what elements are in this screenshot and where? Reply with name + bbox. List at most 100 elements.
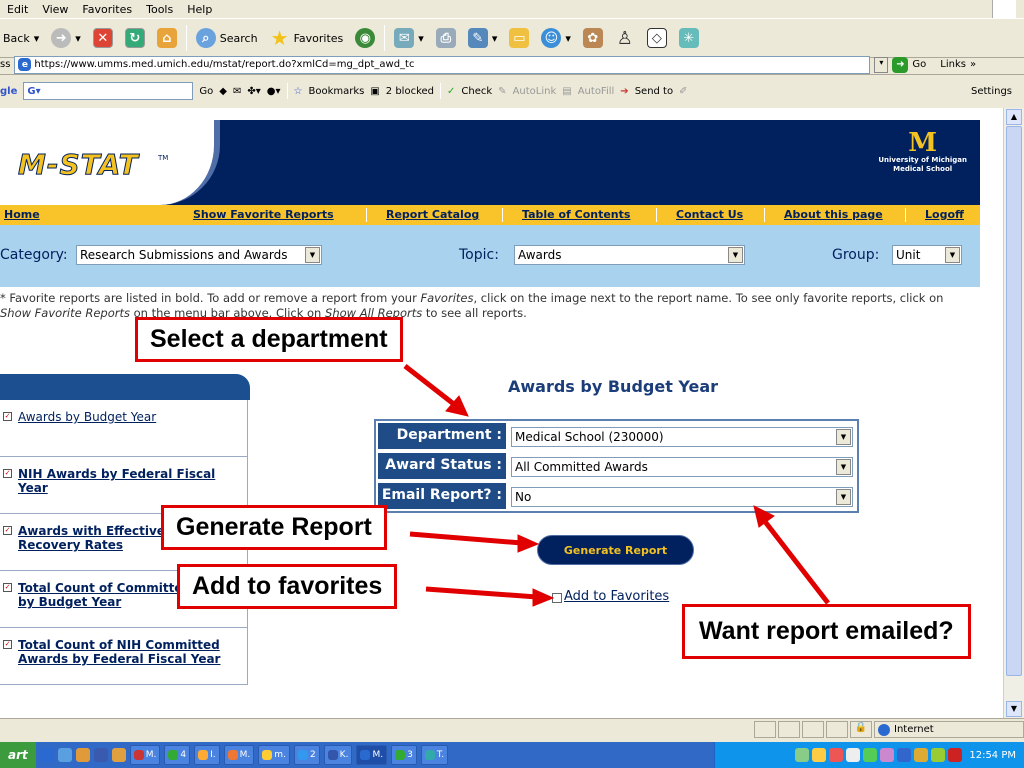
task-button[interactable]: 4 — [164, 745, 191, 765]
menu-view[interactable]: View — [42, 3, 68, 16]
email-report-select[interactable]: No ▼ — [511, 487, 853, 507]
firefox-quicklaunch-icon[interactable] — [75, 748, 90, 762]
edit-button[interactable]: ✎ ▾ — [465, 23, 501, 53]
task-button[interactable]: 2 — [293, 745, 320, 765]
group-select[interactable]: Unit ▼ — [892, 245, 962, 265]
tray-icon[interactable] — [880, 748, 895, 762]
favorite-toggle-icon[interactable]: ✓ — [3, 469, 12, 478]
tray-icon[interactable] — [846, 748, 861, 762]
mstat-logo[interactable]: M-STAT TM — [0, 120, 220, 205]
scroll-up-icon[interactable]: ▲ — [1006, 109, 1022, 125]
extra-button[interactable]: ✳ — [676, 23, 702, 53]
report-link[interactable]: Awards by Budget Year — [18, 410, 156, 424]
tray-icon[interactable] — [812, 748, 827, 762]
forward-button[interactable]: ➜ ▾ — [48, 23, 84, 53]
menu-tools[interactable]: Tools — [146, 3, 173, 16]
tray-icon[interactable] — [914, 748, 929, 762]
google-go-button[interactable]: Go — [199, 86, 213, 97]
media-button[interactable]: ◉ — [352, 23, 378, 53]
scrollbar-thumb[interactable] — [1006, 126, 1022, 676]
spellcheck-button[interactable]: Check — [461, 86, 492, 97]
vertical-scrollbar[interactable]: ▲ ▼ — [1003, 108, 1024, 718]
puzzle-icon[interactable]: ✤▾ — [247, 86, 260, 97]
research-button[interactable]: ✿ — [580, 23, 606, 53]
go-button[interactable]: Go — [912, 59, 926, 70]
add-to-favorites-link[interactable]: Add to Favorites — [564, 589, 669, 604]
task-button[interactable]: I. — [194, 745, 220, 765]
nav-home[interactable]: Home — [4, 208, 40, 221]
favorite-toggle-icon[interactable]: ✓ — [3, 412, 12, 421]
report-link[interactable]: NIH Awards by Federal Fiscal — [18, 467, 215, 481]
favorite-toggle-icon[interactable]: ✓ — [3, 583, 12, 592]
favorites-button[interactable]: ★ Favorites — [267, 23, 347, 53]
google-search-input[interactable]: G▾ — [23, 82, 194, 100]
favorite-toggle-icon[interactable]: ✓ — [3, 640, 12, 649]
nav-contact-us[interactable]: Contact Us — [676, 208, 743, 221]
report-link[interactable]: Total Count of NIH Committed — [18, 638, 220, 652]
tray-icon[interactable] — [931, 748, 946, 762]
word-quicklaunch-icon[interactable] — [93, 748, 108, 762]
refresh-button[interactable]: ↻ — [122, 23, 148, 53]
report-link[interactable]: Awards by Federal Fiscal Year — [18, 652, 220, 666]
person-button[interactable]: ♙ — [612, 23, 638, 53]
autolink-button[interactable]: AutoLink — [513, 86, 557, 97]
autofill-button[interactable]: AutoFill — [578, 86, 615, 97]
report-link[interactable]: Year — [18, 481, 48, 495]
report-link[interactable]: Recovery Rates — [18, 538, 123, 552]
tray-icon[interactable] — [863, 748, 878, 762]
scroll-down-icon[interactable]: ▼ — [1006, 701, 1022, 717]
clock[interactable]: 12:54 PM — [969, 750, 1016, 761]
task-button[interactable]: 3 — [391, 745, 417, 765]
start-button[interactable]: art — [0, 742, 36, 768]
ie-quicklaunch-icon[interactable] — [39, 748, 54, 762]
menu-help[interactable]: Help — [187, 3, 212, 16]
go-arrow-icon[interactable]: ➜ — [892, 56, 909, 73]
print-button[interactable]: ⎙ — [433, 23, 459, 53]
popup-blocked-button[interactable]: 2 blocked — [386, 86, 434, 97]
back-button[interactable]: Back ▾ — [0, 23, 42, 53]
news-icon[interactable]: ✉ — [233, 86, 241, 97]
stop-button[interactable]: ✕ — [90, 23, 116, 53]
tray-icon[interactable] — [829, 748, 844, 762]
category-select[interactable]: Research Submissions and Awards ▼ — [76, 245, 322, 265]
topic-select[interactable]: Awards ▼ — [514, 245, 745, 265]
bookmarks-button[interactable]: Bookmarks — [308, 86, 364, 97]
blogger-icon[interactable]: ●▾ — [267, 86, 281, 97]
nav-report-catalog[interactable]: Report Catalog — [386, 208, 479, 221]
menu-edit[interactable]: Edit — [7, 3, 28, 16]
mail-button[interactable]: ✉ ▾ — [391, 23, 427, 53]
generate-report-button[interactable]: Generate Report — [537, 535, 694, 565]
app-quicklaunch-icon[interactable] — [111, 748, 126, 762]
discuss-button[interactable]: ▭ — [506, 23, 532, 53]
links-button[interactable]: Links — [940, 59, 966, 70]
task-button[interactable]: M. — [223, 745, 255, 765]
menu-favorites[interactable]: Favorites — [82, 3, 132, 16]
chevron-right-icon[interactable]: » — [970, 59, 976, 70]
nav-logoff[interactable]: Logoff — [925, 208, 964, 221]
shield-icon[interactable] — [897, 748, 912, 762]
report-list-item[interactable]: ✓ Awards by Budget Year — [0, 400, 248, 457]
task-button-active[interactable]: M. — [356, 745, 388, 765]
task-button[interactable]: m. — [258, 745, 290, 765]
sendto-button[interactable]: Send to — [635, 86, 673, 97]
url-dropdown-icon[interactable]: ▾ — [874, 56, 889, 73]
report-list-item[interactable]: ✓ Total Count of NIH Committed Awards by… — [0, 628, 248, 685]
report-link[interactable]: Awards with Effective — [18, 524, 165, 538]
tray-icon[interactable] — [795, 748, 810, 762]
nav-about[interactable]: About this page — [784, 208, 883, 221]
add-favorite-icon[interactable] — [552, 593, 562, 603]
home-button[interactable]: ⌂ — [154, 23, 180, 53]
window-button[interactable]: ◇ — [644, 23, 670, 53]
task-button[interactable]: K. — [323, 745, 353, 765]
report-link[interactable]: Total Count of Committe — [18, 581, 182, 595]
note-show-favorites[interactable]: Show Favorite Reports — [0, 306, 130, 320]
search-button[interactable]: ⌕ Search — [193, 23, 261, 53]
messenger-button[interactable]: ☺ ▾ — [538, 23, 574, 53]
task-button[interactable]: T. — [420, 745, 449, 765]
favorite-toggle-icon[interactable]: ✓ — [3, 526, 12, 535]
award-status-select[interactable]: All Committed Awards ▼ — [511, 457, 853, 477]
task-button[interactable]: M. — [129, 745, 161, 765]
tray-icon[interactable] — [948, 748, 963, 762]
report-link[interactable]: by Budget Year — [18, 595, 121, 609]
department-select[interactable]: Medical School (230000) ▼ — [511, 427, 853, 447]
